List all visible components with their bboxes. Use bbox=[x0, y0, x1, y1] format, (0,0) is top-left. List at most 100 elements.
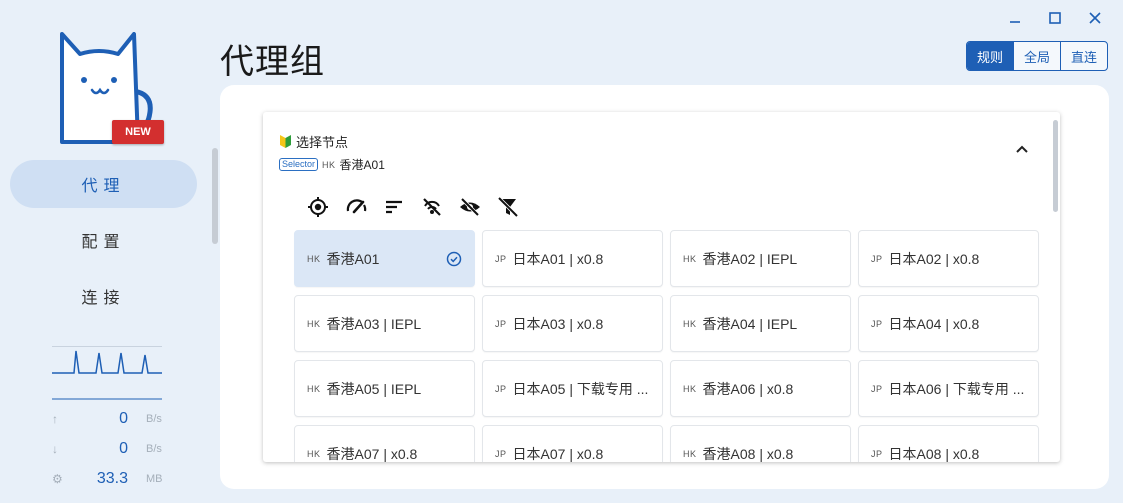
node-flag: JP bbox=[495, 448, 507, 459]
node-flag: HK bbox=[683, 448, 697, 459]
group-type-badge: Selector bbox=[279, 158, 319, 171]
node-flag: JP bbox=[871, 318, 883, 329]
stats-panel: ↑ 0 B/s ↓ 0 B/s ⚙ 33.3 MB bbox=[52, 404, 168, 494]
maximize-button[interactable] bbox=[1035, 6, 1075, 30]
proxy-node-card[interactable]: HK 香港A05 | IEPL bbox=[294, 360, 475, 417]
download-unit: B/s bbox=[146, 443, 162, 455]
arrow-up-icon: ↑ bbox=[52, 412, 58, 426]
node-name: 香港A01 bbox=[326, 250, 380, 267]
node-name: 日本A04 | x0.8 bbox=[888, 315, 980, 332]
proxy-node-card[interactable]: JP 日本A08 | x0.8 bbox=[858, 425, 1039, 462]
proxy-node-card[interactable]: HK 香港A07 | x0.8 bbox=[294, 425, 475, 462]
node-name: 香港A08 | x0.8 bbox=[702, 445, 794, 462]
page-title: 代理组 bbox=[220, 43, 325, 81]
filter-off-icon bbox=[498, 197, 518, 217]
node-flag: HK bbox=[307, 253, 321, 264]
card-scrollbar[interactable] bbox=[1053, 120, 1058, 212]
memory-unit: MB bbox=[146, 473, 163, 485]
node-name: 香港A04 | IEPL bbox=[702, 315, 798, 332]
node-flag: HK bbox=[683, 318, 697, 329]
upload-stat: ↑ 0 B/s bbox=[52, 404, 168, 434]
node-flag: JP bbox=[871, 253, 883, 264]
node-flag: JP bbox=[871, 383, 883, 394]
filter-unavailable-icon bbox=[423, 198, 441, 216]
mode-direct-button[interactable]: 直连 bbox=[1060, 42, 1107, 70]
download-value: 0 bbox=[119, 440, 128, 457]
node-flag: HK bbox=[307, 383, 321, 394]
minimize-icon bbox=[1010, 21, 1020, 23]
new-badge: NEW bbox=[112, 120, 164, 144]
node-name: 日本A05 | 下载专用 ... bbox=[512, 380, 649, 397]
mode-global-button[interactable]: 全局 bbox=[1013, 42, 1060, 70]
mode-rule-button[interactable]: 规则 bbox=[967, 42, 1014, 70]
mode-switch: 规则 全局 直连 bbox=[966, 41, 1109, 71]
node-flag: HK bbox=[307, 318, 321, 329]
sidebar-scrollbar[interactable] bbox=[212, 148, 218, 244]
memory-stat: ⚙ 33.3 MB bbox=[52, 464, 168, 494]
beginner-badge-icon bbox=[280, 135, 291, 148]
group-header[interactable]: 选择节点 Selector HK 香港A01 bbox=[279, 132, 385, 173]
group-toolbar bbox=[305, 194, 521, 220]
node-flag: HK bbox=[683, 383, 697, 394]
minimize-button[interactable] bbox=[995, 6, 1035, 30]
sort-button[interactable] bbox=[381, 194, 407, 220]
sidebar-item-config[interactable]: 配置 bbox=[10, 216, 197, 264]
current-node: 香港A01 bbox=[339, 158, 385, 172]
proxy-node-card[interactable]: JP 日本A07 | x0.8 bbox=[482, 425, 663, 462]
node-name: 香港A05 | IEPL bbox=[326, 380, 422, 397]
node-grid: HK 香港A01 JP 日本A01 | x0.8 HK 香港A02 | IEPL JP 日本A… bbox=[294, 230, 1039, 462]
node-name: 香港A02 | IEPL bbox=[702, 250, 798, 267]
main-panel: 选择节点 Selector HK 香港A01 HK 香港A01 JP 日本A01… bbox=[220, 85, 1109, 489]
node-name: 日本A03 | x0.8 bbox=[512, 315, 604, 332]
proxy-node-card[interactable]: JP 日本A03 | x0.8 bbox=[482, 295, 663, 352]
locate-button[interactable] bbox=[305, 194, 331, 220]
sort-icon bbox=[386, 200, 402, 214]
proxy-node-card[interactable]: HK 香港A02 | IEPL bbox=[670, 230, 851, 287]
node-name: 日本A06 | 下载专用 ... bbox=[888, 380, 1025, 397]
close-button[interactable] bbox=[1075, 6, 1115, 30]
proxy-node-card[interactable]: HK 香港A03 | IEPL bbox=[294, 295, 475, 352]
sidebar: NEW 代理 配置 连接 ↑ 0 B/s ↓ 0 B/s ⚙ 33.3 MB bbox=[0, 0, 218, 503]
sidebar-item-proxy[interactable]: 代理 bbox=[10, 160, 197, 208]
memory-value: 33.3 bbox=[96, 470, 128, 487]
speed-test-button[interactable] bbox=[343, 194, 369, 220]
hide-button[interactable] bbox=[457, 194, 483, 220]
node-flag: JP bbox=[871, 448, 883, 459]
proxy-node-card[interactable]: JP 日本A02 | x0.8 bbox=[858, 230, 1039, 287]
proxy-node-card[interactable]: HK 香港A04 | IEPL bbox=[670, 295, 851, 352]
proxy-node-card[interactable]: JP 日本A06 | 下载专用 ... bbox=[858, 360, 1039, 417]
collapse-button[interactable] bbox=[1012, 140, 1032, 160]
locate-icon bbox=[308, 197, 328, 217]
node-name: 香港A06 | x0.8 bbox=[702, 380, 794, 397]
window-controls bbox=[995, 6, 1115, 30]
node-flag: HK bbox=[307, 448, 321, 459]
node-flag: HK bbox=[683, 253, 697, 264]
node-name: 日本A07 | x0.8 bbox=[512, 445, 604, 462]
close-icon bbox=[1089, 12, 1101, 24]
chevron-up-icon bbox=[1016, 145, 1028, 153]
memory-chip-icon: ⚙ bbox=[52, 472, 63, 486]
download-stat: ↓ 0 B/s bbox=[52, 434, 168, 464]
node-flag: JP bbox=[495, 253, 507, 264]
current-flag: HK bbox=[322, 159, 336, 170]
proxy-node-card[interactable]: HK 香港A08 | x0.8 bbox=[670, 425, 851, 462]
sidebar-item-connections[interactable]: 连接 bbox=[10, 272, 197, 320]
check-circle-icon bbox=[446, 251, 462, 267]
proxy-node-card[interactable]: HK 香港A06 | x0.8 bbox=[670, 360, 851, 417]
node-flag: JP bbox=[495, 318, 507, 329]
proxy-node-card[interactable]: JP 日本A01 | x0.8 bbox=[482, 230, 663, 287]
group-name: 选择节点 bbox=[296, 135, 349, 150]
node-flag: JP bbox=[495, 383, 507, 394]
upload-value: 0 bbox=[119, 410, 128, 427]
arrow-down-icon: ↓ bbox=[52, 442, 58, 456]
upload-unit: B/s bbox=[146, 413, 162, 425]
node-name: 日本A02 | x0.8 bbox=[888, 250, 980, 267]
filter-unavailable-button[interactable] bbox=[419, 194, 445, 220]
proxy-node-card[interactable]: HK 香港A01 bbox=[294, 230, 475, 287]
hide-icon bbox=[460, 197, 480, 217]
proxy-node-card[interactable]: JP 日本A04 | x0.8 bbox=[858, 295, 1039, 352]
speed-test-icon bbox=[346, 199, 367, 214]
proxy-node-card[interactable]: JP 日本A05 | 下载专用 ... bbox=[482, 360, 663, 417]
filter-off-button[interactable] bbox=[495, 194, 521, 220]
node-name: 香港A07 | x0.8 bbox=[326, 445, 418, 462]
